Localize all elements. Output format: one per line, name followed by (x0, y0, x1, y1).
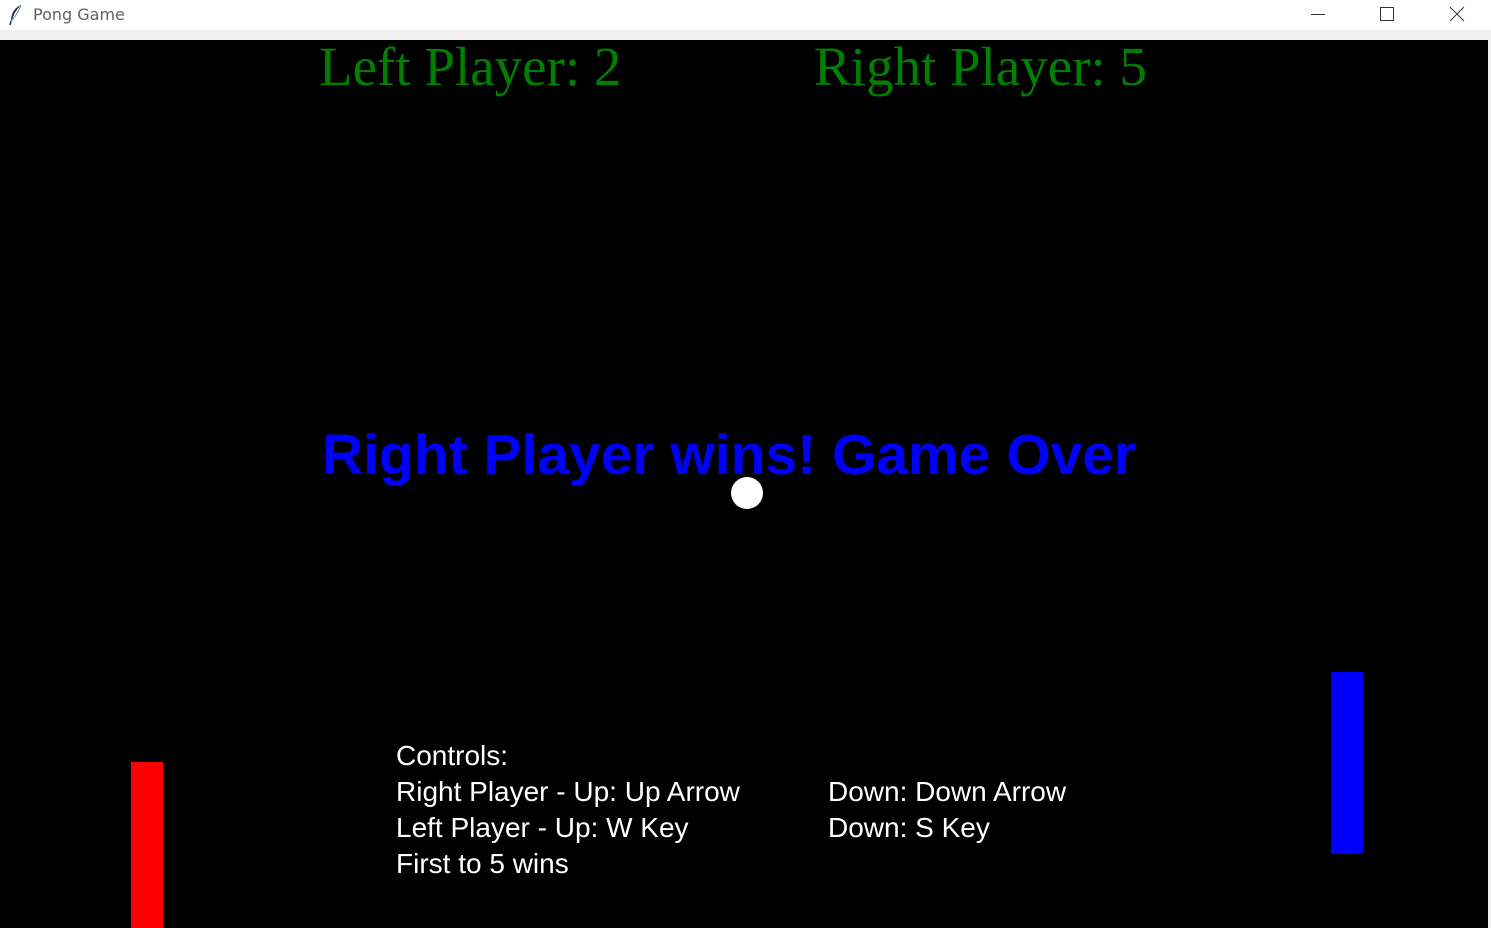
controls-heading: Controls: (396, 740, 509, 771)
left-player-score: Left Player: 2 (319, 40, 622, 97)
feather-icon (8, 4, 24, 26)
window-title: Pong Game (33, 5, 125, 24)
close-icon[interactable] (1434, 0, 1480, 30)
right-player-down-control: Down: Down Arrow (828, 776, 1067, 807)
left-paddle (131, 762, 163, 928)
right-player-up-control: Right Player - Up: Up Arrow (396, 776, 740, 807)
game-canvas[interactable]: Left Player: 2 Right Player: 5 Right Pla… (0, 40, 1488, 928)
win-rule-text: First to 5 wins (396, 848, 569, 879)
ball (731, 477, 763, 509)
left-player-up-control: Left Player - Up: W Key (396, 812, 689, 843)
app-window: Pong Game Left Player: 2 Right Player: 5… (0, 0, 1491, 928)
title-bar[interactable]: Pong Game (0, 0, 1491, 30)
right-paddle (1331, 672, 1363, 854)
game-over-message: Right Player wins! Game Over (322, 423, 1137, 487)
left-player-down-control: Down: S Key (828, 812, 990, 843)
maximize-icon[interactable] (1364, 0, 1410, 30)
right-player-score: Right Player: 5 (814, 40, 1148, 97)
minimize-icon[interactable] (1295, 0, 1341, 30)
